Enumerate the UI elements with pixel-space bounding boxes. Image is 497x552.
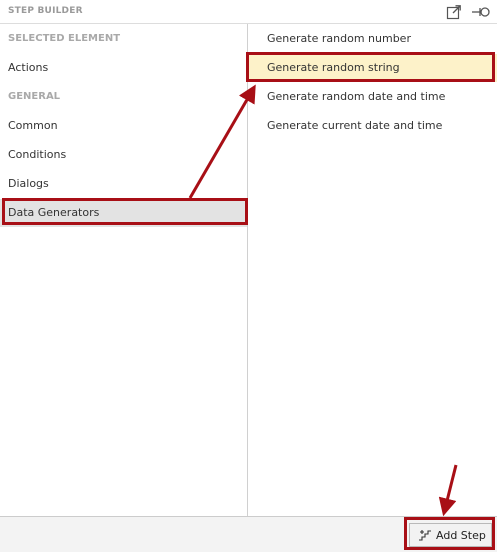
category-conditions[interactable]: Conditions	[0, 141, 247, 169]
step-builder-header: STEP BUILDER	[0, 0, 497, 24]
generator-item-random-number[interactable]: Generate random number	[249, 25, 497, 53]
popout-icon[interactable]	[445, 3, 463, 21]
generator-list: Generate random number Generate random s…	[249, 24, 497, 516]
section-heading-selected-element: SELECTED ELEMENT	[8, 33, 121, 44]
generator-item-random-date-time[interactable]: Generate random date and time	[249, 83, 497, 111]
category-data-generators[interactable]: Data Generators	[0, 199, 247, 227]
category-dialogs[interactable]: Dialogs	[0, 170, 247, 198]
add-step-label: Add Step	[436, 528, 486, 542]
section-heading-general: GENERAL	[8, 91, 61, 102]
pin-icon[interactable]	[470, 3, 492, 21]
generator-item-random-string[interactable]: Generate random string	[249, 54, 497, 82]
category-actions[interactable]: Actions	[0, 54, 247, 82]
step-builder-footer: Add Step	[0, 516, 497, 552]
category-common[interactable]: Common	[0, 112, 247, 140]
generator-item-current-date-time[interactable]: Generate current date and time	[249, 112, 497, 140]
add-step-icon	[418, 529, 432, 541]
panel-title: STEP BUILDER	[8, 6, 83, 16]
add-step-button[interactable]: Add Step	[409, 523, 492, 547]
category-list: SELECTED ELEMENT Actions GENERAL Common …	[0, 24, 248, 516]
